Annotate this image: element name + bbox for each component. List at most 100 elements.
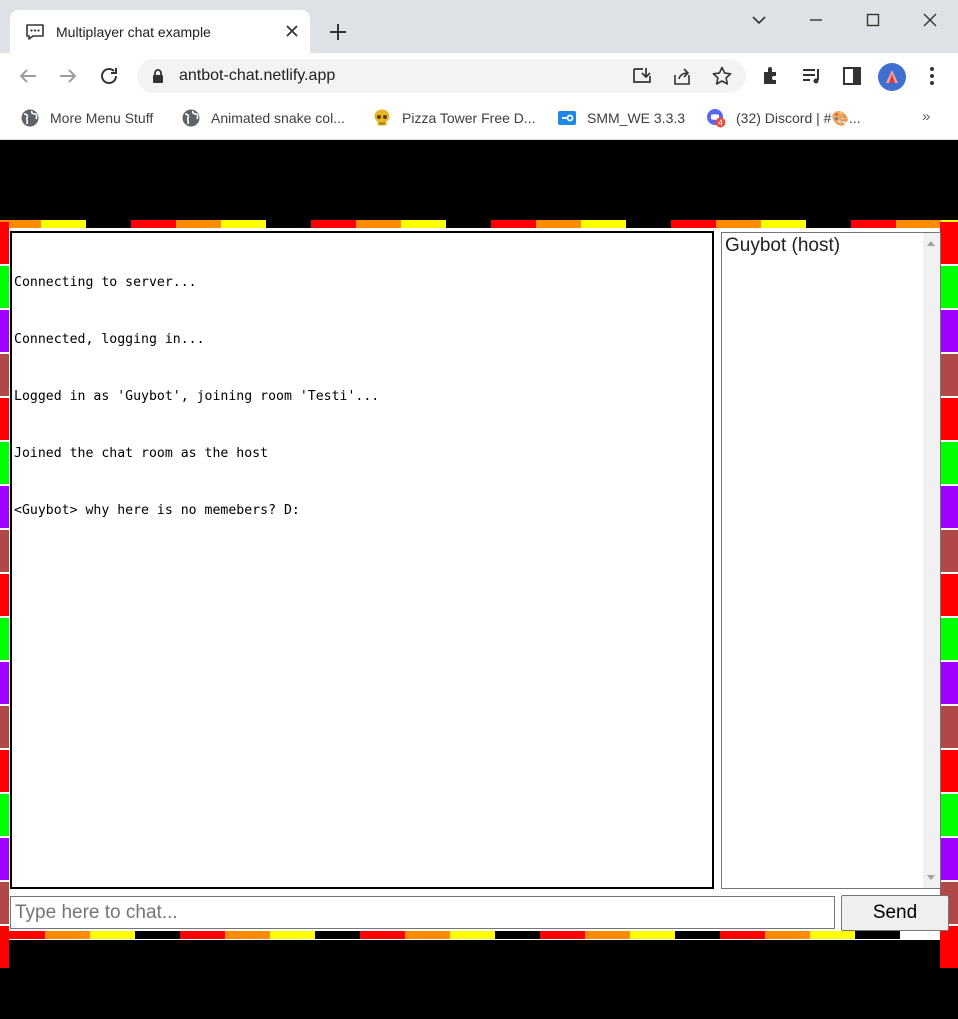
border-segment-top [671, 220, 716, 228]
border-segment-left [0, 794, 9, 836]
share-icon[interactable] [671, 65, 693, 87]
border-segment-right [940, 794, 958, 836]
border-segment-top [41, 220, 86, 228]
border-segment-top [581, 220, 626, 228]
border-segment-top [491, 220, 536, 228]
border-segment-left [0, 530, 9, 572]
tab-active[interactable]: Multiplayer chat example [10, 10, 310, 53]
border-segment-top [266, 220, 311, 228]
user-list-item[interactable]: Guybot (host) [725, 234, 840, 258]
chat-line: Joined the chat room as the host [14, 446, 269, 461]
border-segment-top [86, 220, 131, 228]
bookmark-item[interactable]: More Menu Stuff [20, 107, 153, 129]
chat-input[interactable] [10, 896, 835, 929]
border-segment-left [0, 398, 9, 440]
bookmark-label: More Menu Stuff [50, 110, 154, 126]
border-segment-left [0, 618, 9, 660]
back-arrow-icon[interactable] [16, 64, 40, 88]
border-segment-bottom [90, 931, 135, 939]
border-segment-right [940, 926, 958, 968]
media-controls-icon[interactable] [800, 64, 824, 88]
border-segment-right [940, 662, 958, 704]
border-segment-bottom [585, 931, 630, 939]
border-segment-right [940, 530, 958, 572]
chat-line: Connecting to server... [14, 275, 197, 290]
border-segment-bottom [360, 931, 405, 939]
profile-avatar[interactable] [878, 63, 906, 91]
maximize-icon[interactable] [861, 9, 885, 31]
border-segment-left [0, 662, 9, 704]
scroll-up-arrow-icon[interactable] [927, 241, 935, 246]
avatar-image-icon [886, 70, 898, 83]
minimize-icon[interactable] [804, 9, 828, 31]
border-segment-bottom [630, 931, 675, 939]
border-segment-left [0, 266, 9, 308]
url-text[interactable]: antbot-chat.netlify.app [179, 67, 335, 85]
border-segment-top [221, 220, 266, 228]
border-segment-right [940, 266, 958, 308]
tab-strip: Multiplayer chat example [0, 0, 958, 53]
reload-icon[interactable] [97, 64, 121, 88]
install-app-icon[interactable] [631, 65, 653, 87]
globe-icon [21, 109, 39, 127]
kebab-menu-icon[interactable] [920, 64, 944, 88]
bookmark-star-icon[interactable] [711, 65, 733, 87]
border-segment-top [446, 220, 491, 228]
border-segment-right [940, 222, 958, 264]
bookmark-label: Pizza Tower Free D... [402, 110, 536, 126]
extensions-icon[interactable] [760, 64, 784, 88]
border-segment-bottom [810, 931, 855, 939]
chat-log[interactable]: Connecting to server... Connected, loggi… [10, 231, 714, 889]
bookmarks-overflow-chevron[interactable]: » [922, 108, 930, 125]
border-segment-right [940, 574, 958, 616]
border-segment-right [940, 618, 958, 660]
user-list[interactable]: Guybot (host) [721, 232, 941, 889]
bookmark-item[interactable]: Animated snake col... [181, 107, 345, 129]
tab-search-icon[interactable] [747, 9, 771, 31]
user-list-scrollbar[interactable] [923, 233, 940, 888]
border-segment-right [940, 310, 958, 352]
discord-icon: 4 [707, 109, 726, 128]
bookmark-label: (32) Discord | #🎨... [736, 109, 861, 126]
chat-line: Logged in as 'Guybot', joining room 'Tes… [14, 389, 380, 404]
border-segment-left [0, 838, 9, 880]
border-segment-right [940, 442, 958, 484]
border-segment-bottom [225, 931, 270, 939]
border-segment-left [0, 574, 9, 616]
smm-icon [558, 111, 576, 125]
page-viewport: Connecting to server... Connected, loggi… [0, 140, 958, 1019]
chat-bubble-icon [26, 24, 44, 40]
bookmark-item[interactable]: Pizza Tower Free D... [372, 107, 536, 129]
border-segment-top [176, 220, 221, 228]
address-bar[interactable]: antbot-chat.netlify.app [137, 59, 746, 93]
border-segment-bottom [540, 931, 585, 939]
border-segment-left [0, 310, 9, 352]
border-segment-top [806, 220, 851, 228]
border-segment-bottom [675, 931, 720, 939]
bookmark-item[interactable]: 4 (32) Discord | #🎨... [706, 107, 861, 129]
globe-icon [182, 109, 200, 127]
bookmark-item[interactable]: SMM_WE 3.3.3 [557, 107, 685, 129]
border-segment-top [311, 220, 356, 228]
close-icon[interactable] [282, 21, 302, 41]
border-segment-top [356, 220, 401, 228]
side-panel-icon[interactable] [840, 64, 864, 88]
send-button[interactable]: Send [841, 895, 949, 931]
border-segment-left [0, 486, 9, 528]
browser-toolbar: antbot-chat.netlify.app [0, 53, 958, 99]
bookmark-label: SMM_WE 3.3.3 [587, 110, 686, 126]
lock-icon[interactable] [151, 68, 165, 84]
border-segment-bottom [315, 931, 360, 939]
border-segment-bottom [270, 931, 315, 939]
chat-line: Connected, logging in... [14, 332, 205, 347]
border-segment-top [536, 220, 581, 228]
forward-arrow-icon[interactable] [56, 64, 80, 88]
new-tab-icon[interactable] [327, 21, 349, 43]
border-segment-bottom [45, 931, 90, 939]
border-segment-top [401, 220, 446, 228]
border-segment-top [716, 220, 761, 228]
scroll-down-arrow-icon[interactable] [927, 875, 935, 880]
window-close-icon[interactable] [918, 9, 942, 31]
border-segment-bottom [765, 931, 810, 939]
tab-title: Multiplayer chat example [56, 24, 211, 40]
